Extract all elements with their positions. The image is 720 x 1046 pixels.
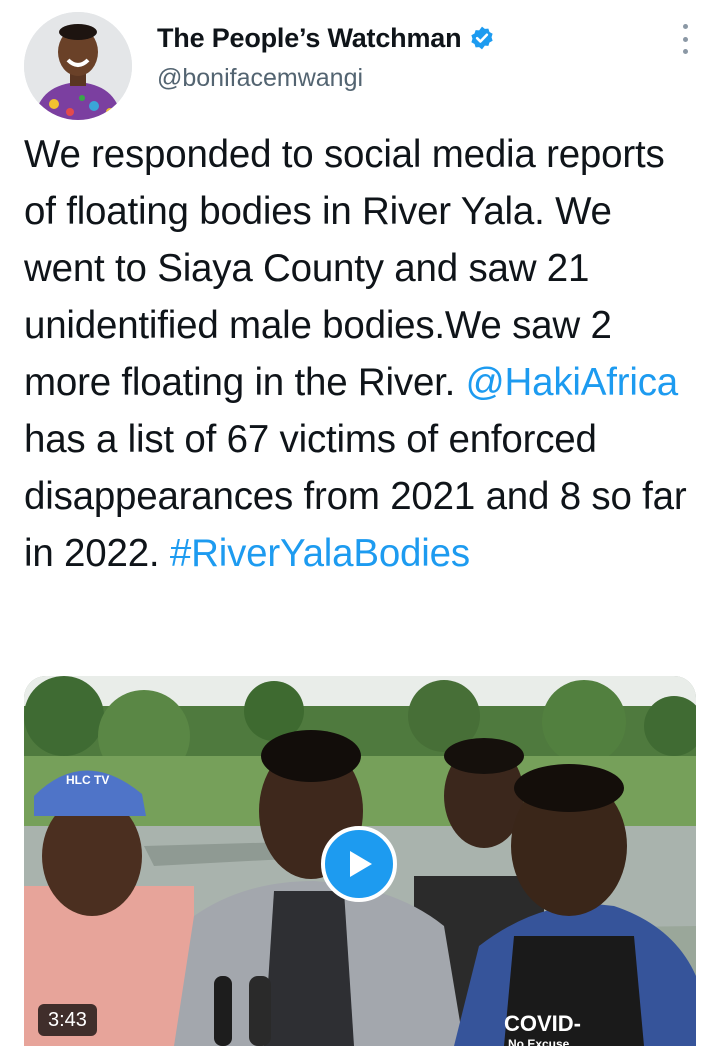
- author-names: The People’s Watchman @bonifacemwangi: [157, 18, 495, 93]
- shirt-subtext: No Excuse: [508, 1037, 570, 1046]
- verified-badge-icon: [469, 25, 495, 51]
- avatar[interactable]: [24, 12, 132, 120]
- more-options-icon[interactable]: [680, 24, 690, 54]
- display-name[interactable]: The People’s Watchman: [157, 23, 462, 54]
- cap-logo: HLC TV: [66, 773, 109, 787]
- mention-link[interactable]: @HakiAfrica: [466, 361, 679, 404]
- play-icon[interactable]: [321, 826, 397, 902]
- shirt-text: COVID-: [504, 1011, 581, 1036]
- hashtag-link[interactable]: #RiverYalaBodies: [170, 532, 470, 575]
- video-duration: 3:43: [38, 1004, 97, 1036]
- handle[interactable]: @bonifacemwangi: [157, 64, 495, 93]
- tweet: The People’s Watchman @bonifacemwangi We…: [0, 0, 720, 1046]
- tweet-text: We responded to social media reports of …: [24, 126, 700, 582]
- display-name-row: The People’s Watchman: [157, 18, 495, 58]
